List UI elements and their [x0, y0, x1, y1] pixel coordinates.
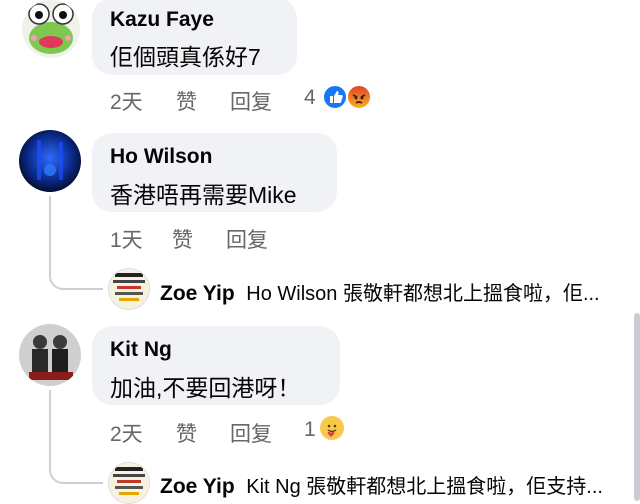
like-button[interactable]: 赞 — [176, 418, 197, 448]
thread-connector — [49, 196, 103, 290]
like-icon — [322, 84, 348, 110]
comment-actions: 2天 赞 回复 1 — [110, 418, 350, 446]
comment-author[interactable]: Kit Ng — [110, 338, 172, 362]
poster-avatar-icon — [109, 269, 149, 309]
care-icon — [318, 414, 346, 442]
comment-text: 加油,不要回港呀！ — [110, 375, 301, 401]
poster-avatar-icon — [109, 463, 149, 503]
comment-author[interactable]: Ho Wilson — [110, 145, 212, 169]
comment-bubble-kazu-faye: Kazu Faye 佢個頭真係好7 — [92, 0, 297, 75]
reply-text: Kit Ng 張敬軒都想北上搵食啦，佢支持... — [246, 476, 603, 498]
reaction-count[interactable]: 1 — [304, 418, 316, 442]
reply-button[interactable]: 回复 — [230, 86, 272, 116]
reply-button[interactable]: 回复 — [230, 418, 272, 448]
avatar-zoe-yip[interactable] — [108, 268, 150, 310]
comment-author[interactable]: Kazu Faye — [110, 8, 214, 32]
reaction-badges[interactable] — [318, 414, 346, 442]
angry-icon — [346, 84, 372, 110]
like-button[interactable]: 赞 — [172, 224, 193, 254]
comment-time[interactable]: 1天 — [110, 224, 143, 254]
avatar-ho-wilson[interactable] — [19, 130, 81, 192]
reaction-badges[interactable] — [322, 84, 374, 110]
frog-avatar-icon — [22, 0, 80, 58]
comment-bubble-ho-wilson: Ho Wilson 香港唔再需要Mike — [92, 133, 337, 212]
figures-avatar-icon — [19, 324, 81, 386]
comment-actions: 1天 赞 回复 — [110, 224, 310, 252]
comment-text: 香港唔再需要Mike — [110, 182, 297, 208]
scrollbar[interactable] — [634, 313, 640, 501]
reply-preview[interactable]: Zoe Yip Kit Ng 張敬軒都想北上搵食啦，佢支持... — [160, 470, 630, 498]
reply-text: Ho Wilson 張敬軒都想北上搵食啦，佢... — [246, 283, 600, 305]
like-button[interactable]: 赞 — [176, 86, 197, 116]
avatar-kazu-faye[interactable] — [22, 0, 80, 58]
reply-preview[interactable]: Zoe Yip Ho Wilson 張敬軒都想北上搵食啦，佢... — [160, 277, 630, 305]
comment-time[interactable]: 2天 — [110, 86, 143, 116]
thread-connector — [49, 390, 103, 484]
comment-text: 佢個頭真係好7 — [110, 44, 261, 70]
avatar-zoe-yip[interactable] — [108, 462, 150, 504]
reply-author[interactable]: Zoe Yip — [160, 475, 235, 498]
reply-author[interactable]: Zoe Yip — [160, 282, 235, 305]
avatar-kit-ng[interactable] — [19, 324, 81, 386]
reply-button[interactable]: 回复 — [226, 224, 268, 254]
reaction-count[interactable]: 4 — [304, 86, 316, 110]
aquarium-avatar-icon — [19, 130, 81, 192]
comment-time[interactable]: 2天 — [110, 418, 143, 448]
comment-bubble-kit-ng: Kit Ng 加油,不要回港呀！ — [92, 326, 340, 405]
